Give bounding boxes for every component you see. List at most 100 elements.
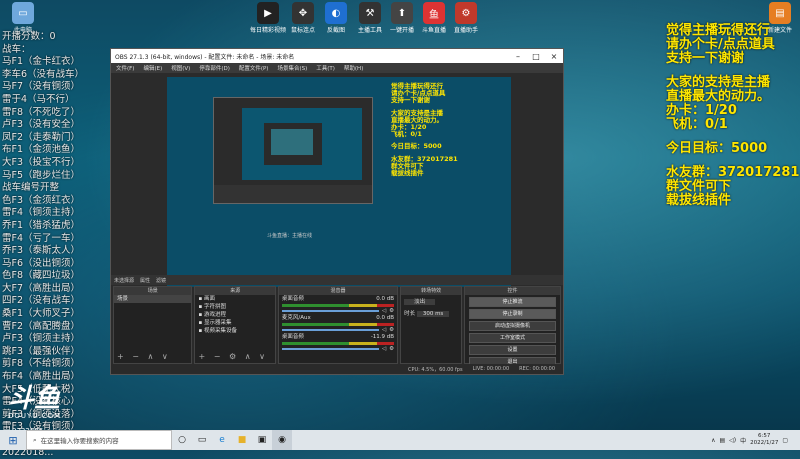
volume-slider[interactable]: [281, 329, 379, 331]
channel-name: 桌面音频: [281, 334, 304, 340]
shield-icon: ◐: [325, 2, 347, 24]
desktop-icon-5[interactable]: ⬆ 一键开播: [384, 2, 420, 34]
left-list-item: 马F5（跑步烂住）: [2, 169, 81, 181]
duration-label: 时长: [404, 311, 416, 317]
transition-select[interactable]: 淡出: [404, 299, 436, 305]
channel-db: 0.0 dB: [376, 296, 395, 302]
source-item[interactable]: ▪ 字符拼图: [195, 303, 274, 311]
overlay-line: 办卡：1/20: [666, 103, 737, 118]
tool-icon: ⚒: [359, 2, 381, 24]
volume-slider[interactable]: [281, 310, 379, 312]
volume-slider[interactable]: [281, 348, 379, 350]
obs-preview[interactable]: 觉得主播玩得还行 请办个卡/点点道具 支持一下谢谢 大家的支持是主播 直播最大的动力。办…: [167, 77, 511, 287]
search-placeholder: 在这里输入你要搜索的内容: [40, 437, 119, 445]
desktop-icon-2[interactable]: ✥ 鼠标连点: [285, 2, 321, 34]
source-label: 视频采集设备: [203, 328, 237, 334]
minimize-icon[interactable]: –: [509, 52, 527, 61]
volume-icon[interactable]: ◁): [729, 437, 736, 444]
properties-button[interactable]: 属性: [140, 277, 150, 284]
preview-overlay-line: 今日目标：5000: [391, 142, 442, 151]
left-list-item: 乔F3（泰斯太人）: [2, 245, 81, 257]
channel-name: 麦克风/Aux: [281, 315, 311, 321]
close-icon[interactable]: ×: [545, 52, 563, 61]
store-icon[interactable]: ▣: [252, 430, 272, 450]
video-icon: ▶: [257, 2, 279, 24]
scenes-header: 场景: [114, 287, 192, 295]
gear-icon[interactable]: ⚙: [389, 346, 394, 352]
obs-titlebar[interactable]: OBS 27.1.3 (64-bit, windows) - 配置文件: 未命名…: [111, 49, 563, 63]
left-list-item: 卢F3（铜须主持）: [2, 333, 81, 345]
desktop-icon-6[interactable]: 鱼斗鱼直播: [416, 2, 452, 34]
mixer-channel: 桌面音频 -11.9 dB ◁ ⚙: [279, 333, 397, 352]
status-item: CPU: 4.5%，60.00 fps: [407, 366, 463, 373]
sources-header: 来源: [195, 287, 275, 295]
chevron-up-icon[interactable]: ∧: [711, 437, 715, 444]
control-button[interactable]: 工作室模式: [469, 333, 557, 343]
speaker-icon[interactable]: ◁: [382, 346, 386, 352]
maximize-icon[interactable]: □: [527, 52, 545, 61]
obs-window[interactable]: OBS 27.1.3 (64-bit, windows) - 配置文件: 未命名…: [110, 48, 564, 375]
left-list-item: 跳F3（最强伙伴）: [2, 345, 81, 357]
scene-item[interactable]: 场景: [114, 295, 192, 303]
desktop-icon-3[interactable]: ◐ 反截图: [318, 2, 354, 34]
left-list-item: 马F6（没出铜须）: [2, 257, 81, 269]
source-item[interactable]: ▪ 视频采集设备: [195, 327, 274, 335]
desktop-icon-label: 斗鱼直播: [421, 27, 446, 34]
left-list-item: 乔F1（猎杀猛虎）: [2, 219, 81, 231]
menu-item[interactable]: 文件(F): [116, 64, 134, 72]
control-button[interactable]: 停止录制: [469, 309, 557, 319]
notification-icon[interactable]: ▢: [782, 437, 788, 444]
scene-controls[interactable]: + − ∧ ∨: [117, 352, 171, 361]
source-item[interactable]: ▪ 画面: [195, 295, 274, 303]
mixer-channel: 麦克风/Aux 0.0 dB ◁ ⚙: [279, 314, 397, 333]
network-icon[interactable]: ▤: [719, 437, 725, 444]
douyu-logo: 斗鱼 DOUYU.COM: [8, 386, 64, 420]
file-icon: ▤: [769, 2, 791, 24]
task-view-icon[interactable]: ▭: [192, 430, 212, 450]
left-list-item: 马F1（金卡红衣）: [2, 56, 81, 68]
clock-date: 2022/1/27: [750, 440, 779, 446]
cortana-icon[interactable]: ○: [172, 430, 192, 450]
menu-item[interactable]: 工具(T): [316, 64, 335, 72]
filters-button[interactable]: 滤镜: [156, 277, 166, 284]
menu-item[interactable]: 配置文件(P): [239, 64, 269, 72]
source-item[interactable]: ▪ 游戏进程: [195, 311, 274, 319]
desktop-icon-1[interactable]: ▶ 每日精彩视频: [250, 2, 286, 34]
control-button[interactable]: 设置: [469, 345, 557, 355]
folder-icon[interactable]: ■: [232, 430, 252, 450]
input-method[interactable]: 中: [740, 436, 746, 445]
overlay-line: 支持一下谢谢: [666, 51, 745, 66]
desktop-icon-label: 反截图: [326, 27, 345, 34]
status-item: REC: 00:00:00: [519, 366, 555, 372]
obs-taskbar-icon[interactable]: ◉: [272, 430, 292, 450]
clock-time: 6:57: [758, 433, 771, 439]
overlay-line: 大家的支持是主播: [666, 75, 771, 90]
windows-start-icon[interactable]: ⊞: [0, 430, 26, 450]
desktop-icon-7[interactable]: ⚙ 直播助手: [448, 2, 484, 34]
taskbar-search-input[interactable]: ⌕ 在这里输入你要搜索的内容: [26, 430, 172, 450]
control-button[interactable]: 停止推流: [469, 297, 557, 307]
left-list-item: 桑F1（大师叉子）: [2, 308, 81, 320]
assistant-icon: ⚙: [455, 2, 477, 24]
status-item: LIVE: 00:00:00: [472, 366, 510, 372]
menu-item[interactable]: 视图(V): [171, 64, 190, 72]
menu-item[interactable]: 帮助(H): [344, 64, 363, 72]
desktop-icon-0[interactable]: ▭ 此电脑: [5, 2, 41, 34]
menu-item[interactable]: 场景集合(S): [277, 64, 307, 72]
desktop-icon-label: 每日精彩视频: [250, 27, 287, 34]
search-icon: ⌕: [33, 435, 37, 444]
taskbar: ⊞ ⌕ 在这里输入你要搜索的内容 ○ ▭ e ■ ▣ ◉ ∧ ▤ ◁) 中 6:…: [0, 430, 800, 450]
edge-icon[interactable]: e: [212, 430, 232, 450]
duration-input[interactable]: 300 ms: [416, 311, 450, 317]
desktop-icon-4[interactable]: ⚒ 主播工具: [352, 2, 388, 34]
source-label: 游戏进程: [203, 312, 226, 318]
source-item[interactable]: ▪ 显示器采集: [195, 319, 274, 327]
source-controls[interactable]: + − ⚙ ∧ ∨: [198, 352, 267, 361]
menu-item[interactable]: 编辑(E): [143, 64, 162, 72]
clock[interactable]: 6:57 2022/1/27: [750, 433, 778, 447]
control-button[interactable]: 启动虚拟摄像机: [469, 321, 557, 331]
desktop-icon-label: 直播助手: [453, 27, 478, 34]
menu-item[interactable]: 停靠部件(D): [199, 64, 230, 72]
transitions-panel: 转场特效 淡出 时长 300 ms: [400, 286, 463, 364]
play-icon: ⬆: [391, 2, 413, 24]
